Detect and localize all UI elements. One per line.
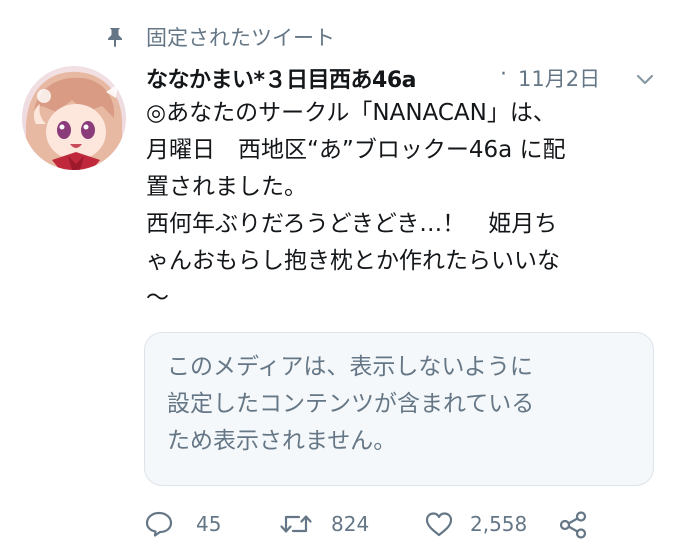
media-notice-line: このメディアは、表示しないように (167, 354, 533, 380)
reply-button[interactable]: 45 (144, 502, 234, 546)
pin-icon (108, 28, 122, 48)
tweet-text-line: 月曜日 西地区“あ”ブロックー46a に配 (146, 137, 566, 163)
tweet-text: ◎あなたのサークル「NANACAN」は、 月曜日 西地区“あ”ブロックー46a に… (146, 95, 651, 317)
retweet-button[interactable]: 824 (279, 502, 389, 546)
tweet-text-line: 置されました。 (146, 174, 307, 200)
media-notice-text: このメディアは、表示しないように 設定したコンテンツが含まれている ため表示されませ… (167, 349, 637, 460)
avatar-image (22, 66, 126, 170)
display-name[interactable]: ななかまい*３日目西あ46a (146, 62, 416, 94)
tweet-text-line: ◎あなたのサークル「NANACAN」は、 (146, 100, 556, 126)
pinned-tweet-indicator: 固定されたツイート (0, 20, 680, 54)
tweet-text-line: 〜 (146, 285, 169, 311)
share-icon (559, 511, 587, 539)
heart-icon (425, 512, 453, 537)
separator-dot: · (500, 62, 507, 87)
chevron-down-icon[interactable] (636, 74, 654, 86)
tweet-header: ななかまい*３日目西あ46a · 11月2日 (146, 60, 666, 96)
retweet-icon (280, 515, 312, 533)
tweet-actions: 45 824 2,558 (144, 502, 664, 546)
tweet-date[interactable]: 11月2日 (518, 63, 600, 93)
tweet-text-line: 西何年ぶりだろうどきどき…！ 姫月ち (146, 211, 558, 237)
media-notice-line: 設定したコンテンツが含まれている (167, 391, 535, 417)
like-count: 2,558 (470, 512, 528, 536)
pinned-label: 固定されたツイート (146, 26, 335, 50)
tweet-text-line: ゃんおもらし抱き枕とか作れたらいいな (146, 248, 560, 274)
retweet-count: 824 (331, 512, 370, 536)
sensitive-media-notice[interactable]: このメディアは、表示しないように 設定したコンテンツが含まれている ため表示されませ… (144, 332, 654, 486)
share-button[interactable] (558, 502, 598, 546)
media-notice-line: ため表示されません。 (167, 428, 397, 454)
reply-icon (145, 511, 173, 537)
like-button[interactable]: 2,558 (424, 502, 544, 546)
avatar[interactable] (22, 66, 126, 170)
reply-count: 45 (196, 512, 222, 536)
